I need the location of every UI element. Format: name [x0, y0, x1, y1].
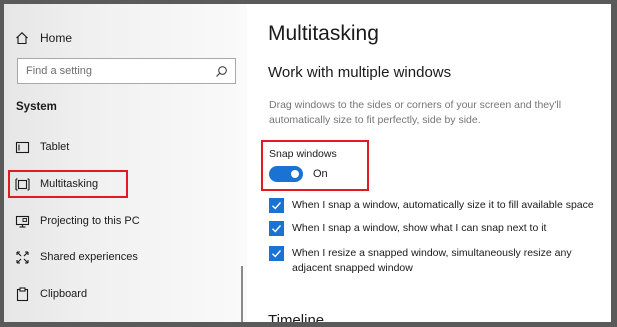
search-input[interactable]: [26, 65, 206, 77]
sidebar: Home System Tablet: [4, 4, 247, 322]
sidebar-item-label: Shared experiences: [40, 251, 138, 263]
description-text: Drag windows to the sides or corners of …: [269, 99, 562, 126]
checkbox-row[interactable]: When I snap a window, show what I can sn…: [269, 221, 604, 236]
sidebar-item-shared-experiences[interactable]: Shared experiences: [14, 247, 138, 267]
checkbox-row[interactable]: When I resize a snapped window, simultan…: [269, 246, 604, 276]
page-title: Multitasking: [268, 22, 379, 45]
clipboard-icon: [14, 286, 30, 302]
projecting-icon: [14, 213, 30, 229]
sidebar-scrollbar[interactable]: [241, 266, 243, 322]
sidebar-item-tablet[interactable]: Tablet: [14, 137, 69, 157]
snap-windows-highlight-box: [261, 140, 369, 191]
home-icon: [14, 30, 30, 46]
sidebar-item-label: Tablet: [40, 141, 70, 153]
tablet-icon: [14, 139, 30, 155]
checkbox-label: When I resize a snapped window, simultan…: [292, 247, 572, 274]
sidebar-item-label: Projecting to this PC: [40, 215, 140, 227]
checkbox-checked[interactable]: [269, 221, 284, 236]
checkbox-checked[interactable]: [269, 246, 284, 261]
checkbox-label: When I snap a window, automatically size…: [292, 199, 594, 211]
home-label: Home: [40, 31, 73, 45]
sidebar-item-projecting[interactable]: Projecting to this PC: [14, 211, 140, 231]
checkbox-row[interactable]: When I snap a window, automatically size…: [269, 198, 604, 213]
sidebar-item-clipboard[interactable]: Clipboard: [14, 284, 87, 304]
home-nav-item[interactable]: Home: [14, 28, 72, 48]
search-box[interactable]: [17, 58, 236, 84]
sidebar-item-label: Clipboard: [40, 288, 88, 300]
multitasking-highlight-box: [8, 170, 128, 198]
checkbox-label: When I snap a window, show what I can sn…: [292, 222, 547, 234]
main-content: Multitasking Work with multiple windows …: [247, 4, 611, 322]
section-heading-timeline: Timeline: [268, 312, 325, 322]
search-icon[interactable]: [213, 63, 229, 79]
checkbox-checked[interactable]: [269, 198, 284, 213]
section-title-system: System: [16, 101, 57, 113]
settings-window: Home System Tablet: [4, 4, 611, 322]
section-heading-multiple-windows: Work with multiple windows: [268, 64, 452, 81]
shared-experiences-icon: [14, 249, 30, 265]
